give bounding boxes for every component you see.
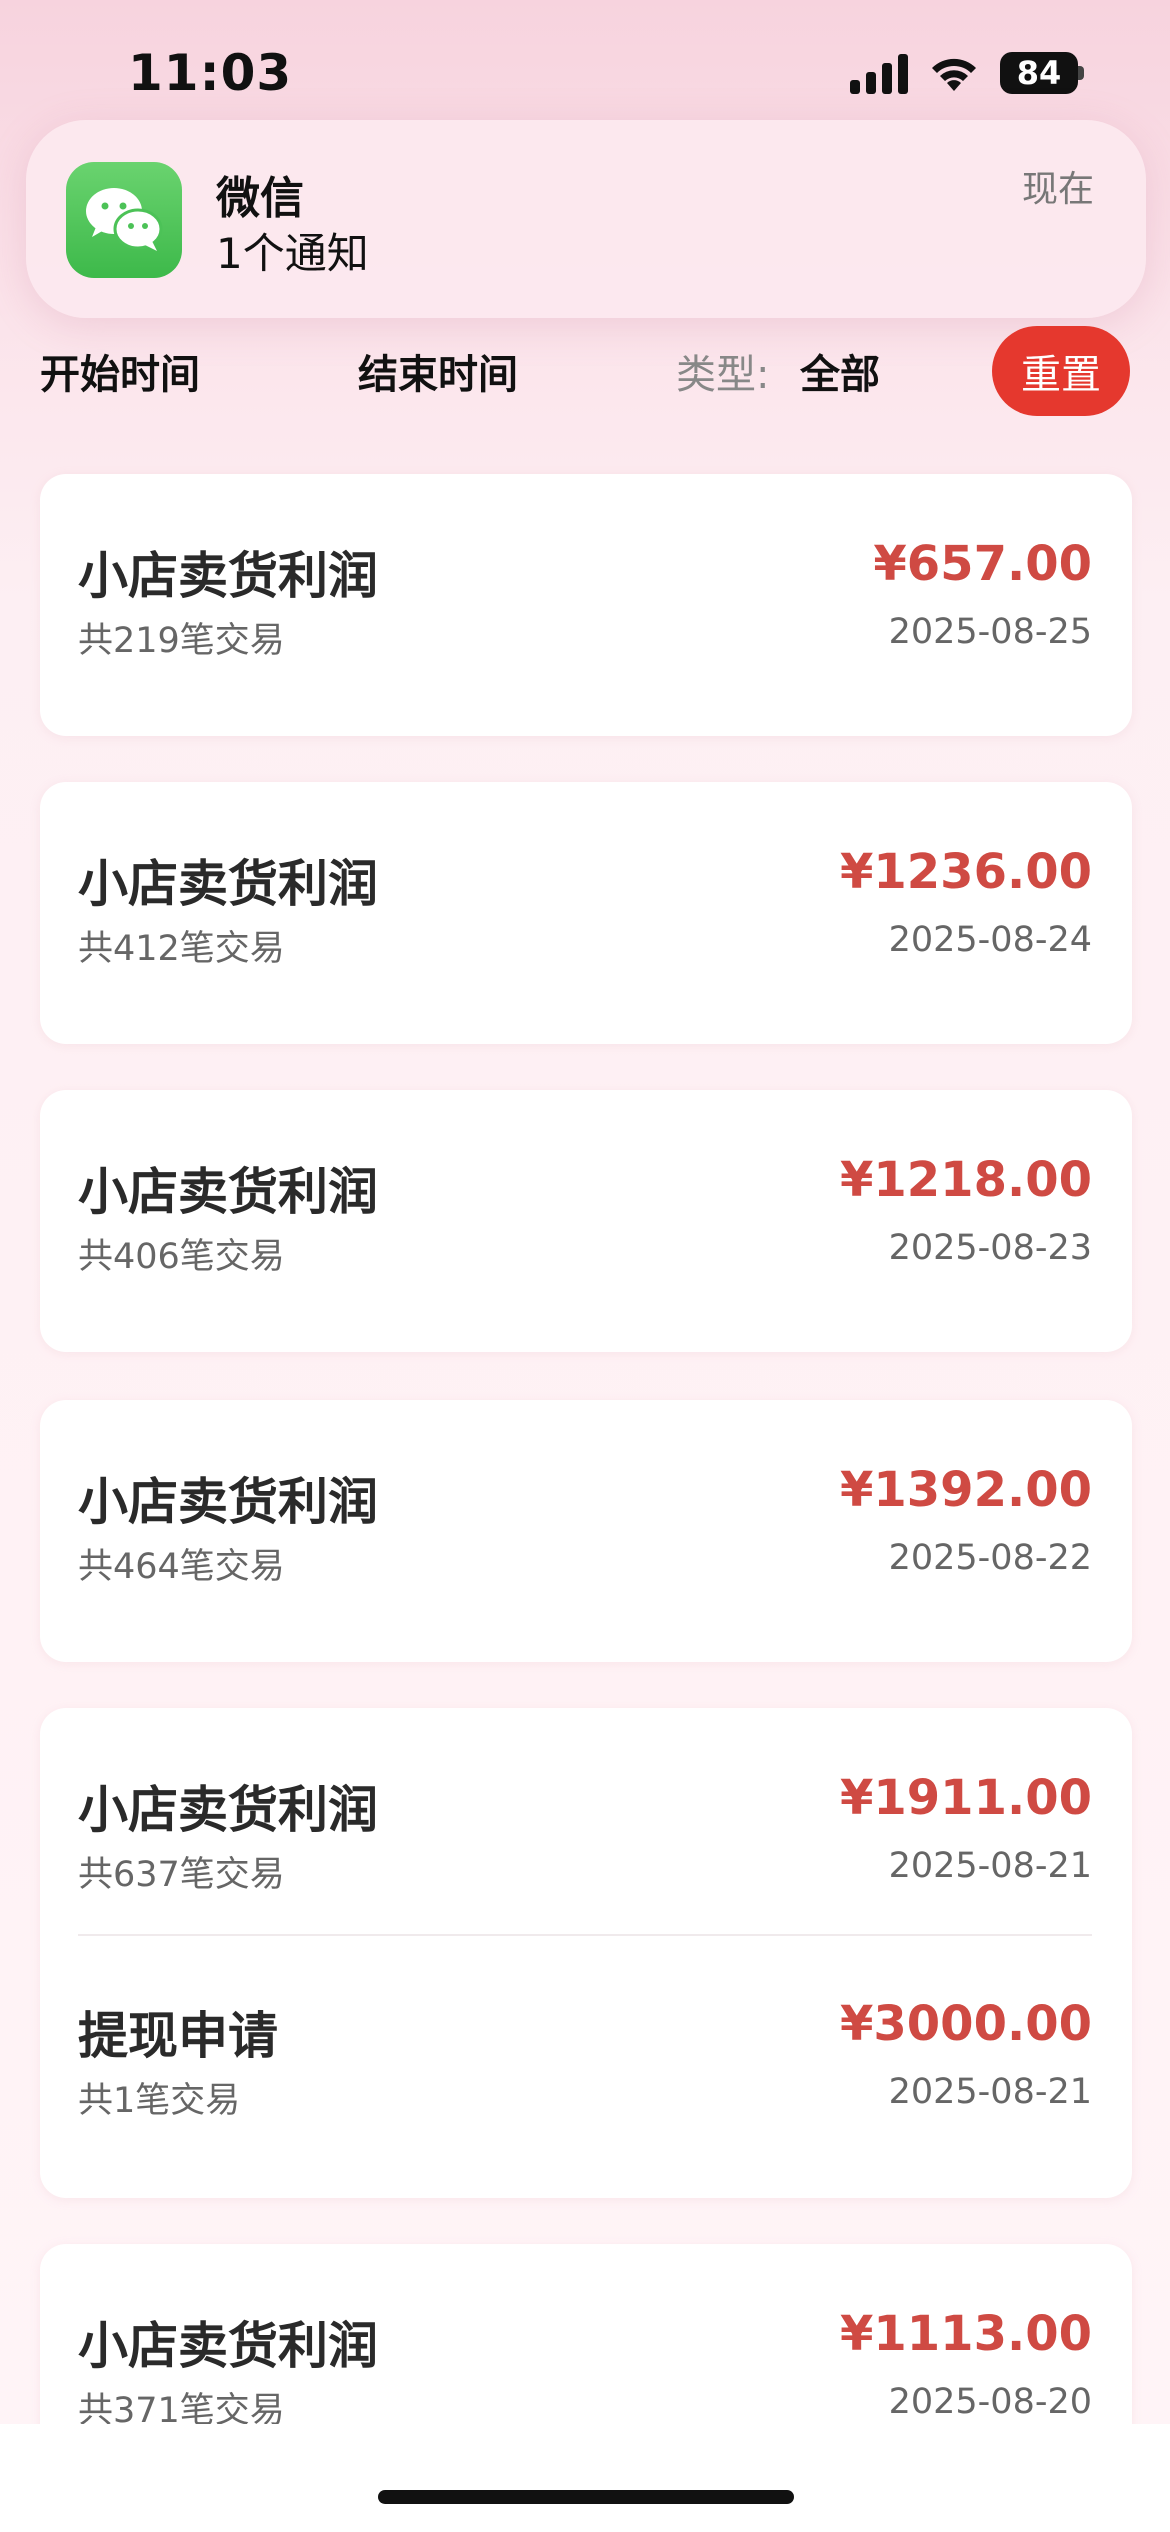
battery-level: 84 xyxy=(1000,52,1078,94)
record-card: 小店卖货利润 共637笔交易 ¥1911.00 2025-08-21 提现申请 … xyxy=(40,1708,1132,2198)
record-date: 2025-08-21 xyxy=(888,2072,1092,2112)
record-date: 2025-08-21 xyxy=(888,1846,1092,1886)
record-amount: ¥1113.00 xyxy=(839,2306,1092,2362)
notification-app-name: 微信 xyxy=(216,173,304,224)
record-date: 2025-08-20 xyxy=(888,2382,1092,2422)
record-row[interactable]: 小店卖货利润 共464笔交易 ¥1392.00 2025-08-22 xyxy=(40,1442,1132,1592)
type-filter-select[interactable]: 全部 xyxy=(800,342,880,400)
record-title: 小店卖货利润 xyxy=(78,1781,378,1839)
home-indicator[interactable] xyxy=(378,2490,794,2504)
wechat-icon xyxy=(66,162,182,278)
start-time-filter[interactable]: 开始时间 xyxy=(40,342,200,400)
end-time-filter[interactable]: 结束时间 xyxy=(358,342,518,400)
record-amount: ¥1392.00 xyxy=(839,1462,1092,1518)
notification-message: 1个通知 xyxy=(216,229,369,278)
notification-time: 现在 xyxy=(1021,169,1094,210)
row-divider xyxy=(78,1934,1092,1936)
record-count: 共464笔交易 xyxy=(78,1547,285,1587)
record-title: 小店卖货利润 xyxy=(78,1163,378,1221)
reset-button[interactable]: 重置 xyxy=(992,326,1130,416)
record-row[interactable]: 提现申请 共1笔交易 ¥3000.00 2025-08-21 xyxy=(40,1976,1132,2126)
record-count: 共219笔交易 xyxy=(78,621,285,661)
record-card: 小店卖货利润 共219笔交易 ¥657.00 2025-08-25 xyxy=(40,474,1132,736)
status-time: 11:03 xyxy=(128,44,293,102)
cellular-signal-icon xyxy=(850,52,908,94)
record-card: 小店卖货利润 共406笔交易 ¥1218.00 2025-08-23 xyxy=(40,1090,1132,1352)
record-date: 2025-08-25 xyxy=(888,612,1092,652)
record-date: 2025-08-22 xyxy=(888,1538,1092,1578)
record-title: 小店卖货利润 xyxy=(78,855,378,913)
record-row[interactable]: 小店卖货利润 共412笔交易 ¥1236.00 2025-08-24 xyxy=(40,824,1132,974)
record-count: 共412笔交易 xyxy=(78,929,285,969)
status-icons: 84 xyxy=(850,52,1086,94)
record-title: 小店卖货利润 xyxy=(78,547,378,605)
record-card: 小店卖货利润 共412笔交易 ¥1236.00 2025-08-24 xyxy=(40,782,1132,1044)
record-amount: ¥3000.00 xyxy=(839,1996,1092,2052)
record-row[interactable]: 小店卖货利润 共406笔交易 ¥1218.00 2025-08-23 xyxy=(40,1132,1132,1282)
battery-icon: 84 xyxy=(1000,52,1086,94)
record-row[interactable]: 小店卖货利润 共371笔交易 ¥1113.00 2025-08-20 xyxy=(40,2286,1132,2436)
record-row[interactable]: 小店卖货利润 共219笔交易 ¥657.00 2025-08-25 xyxy=(40,516,1132,666)
record-date: 2025-08-24 xyxy=(888,920,1092,960)
record-amount: ¥1218.00 xyxy=(839,1152,1092,1208)
home-indicator-area xyxy=(0,2424,1170,2532)
record-count: 共1笔交易 xyxy=(78,2081,241,2121)
type-filter-label: 类型: xyxy=(676,352,770,398)
record-title: 小店卖货利润 xyxy=(78,2317,378,2375)
record-title: 小店卖货利润 xyxy=(78,1473,378,1531)
record-count: 共406笔交易 xyxy=(78,1237,285,1277)
record-amount: ¥657.00 xyxy=(873,536,1092,592)
record-date: 2025-08-23 xyxy=(888,1228,1092,1268)
record-card: 小店卖货利润 共464笔交易 ¥1392.00 2025-08-22 xyxy=(40,1400,1132,1662)
wifi-icon xyxy=(932,58,976,91)
filter-bar: 开始时间 结束时间 类型: 全部 重置 xyxy=(0,320,1170,430)
record-amount: ¥1911.00 xyxy=(839,1770,1092,1826)
notification-banner[interactable]: 微信 1个通知 现在 xyxy=(26,120,1146,318)
record-amount: ¥1236.00 xyxy=(839,844,1092,900)
record-count: 共637笔交易 xyxy=(78,1855,285,1895)
record-title: 提现申请 xyxy=(78,2007,278,2065)
record-row[interactable]: 小店卖货利润 共637笔交易 ¥1911.00 2025-08-21 xyxy=(40,1750,1132,1900)
